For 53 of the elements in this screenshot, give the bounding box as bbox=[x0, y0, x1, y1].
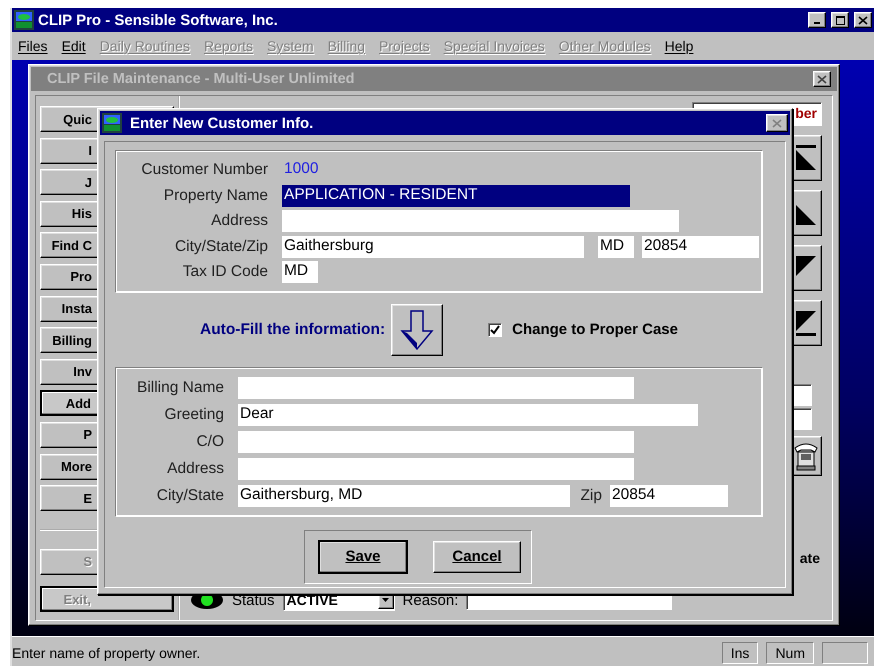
input-field[interactable]: Gaithersburg bbox=[282, 236, 584, 258]
close-icon bbox=[858, 16, 868, 24]
field-label: Zip bbox=[579, 486, 603, 504]
maximize-icon bbox=[836, 16, 844, 24]
close-button[interactable] bbox=[766, 114, 788, 132]
menu-item[interactable]: Help bbox=[664, 38, 694, 54]
input-field[interactable]: MD bbox=[282, 261, 318, 284]
maximize-button[interactable] bbox=[831, 12, 849, 28]
caret-icon bbox=[382, 598, 390, 602]
input-field[interactable]: MD bbox=[598, 236, 634, 258]
input-field[interactable] bbox=[238, 376, 634, 398]
field-label: City/State bbox=[156, 486, 225, 504]
field-label: Greeting bbox=[164, 406, 225, 424]
input-field[interactable]: 20854 bbox=[642, 236, 759, 258]
autofill-label: Auto-Fill the information: bbox=[200, 320, 386, 338]
menu-item[interactable]: Files bbox=[18, 38, 48, 54]
field-label: Tax ID Code bbox=[182, 263, 269, 282]
status-pane: Num bbox=[766, 642, 814, 664]
input-field[interactable]: APPLICATION - RESIDENT bbox=[282, 184, 630, 207]
close-icon bbox=[817, 74, 827, 84]
input-field[interactable] bbox=[282, 210, 679, 232]
child-window-title: CLIP File Maintenance - Multi-User Unlimited bbox=[46, 71, 356, 87]
close-icon bbox=[772, 118, 782, 128]
autofill-button[interactable] bbox=[391, 304, 444, 356]
close-button[interactable] bbox=[854, 12, 872, 28]
side-label: ate bbox=[800, 550, 820, 566]
cancel-button[interactable]: Cancel bbox=[433, 540, 521, 572]
field-label: Customer Number bbox=[140, 161, 269, 180]
field-label: Address bbox=[210, 212, 269, 230]
check-icon bbox=[490, 324, 500, 334]
close-button[interactable] bbox=[813, 71, 831, 87]
input-field[interactable]: Dear bbox=[238, 404, 698, 426]
field-label: Billing Name bbox=[136, 378, 225, 396]
field-label: C/O bbox=[195, 432, 225, 450]
save-button[interactable]: Save bbox=[319, 540, 407, 572]
app-icon bbox=[14, 10, 34, 30]
input-field[interactable]: Gaithersburg, MD bbox=[238, 484, 570, 506]
status-message: Enter name of property owner. bbox=[12, 644, 202, 660]
app-icon bbox=[102, 113, 122, 133]
status-pane: Ins bbox=[722, 642, 758, 664]
input-field[interactable]: 20854 bbox=[610, 484, 728, 506]
input-field[interactable] bbox=[238, 458, 634, 480]
checkbox[interactable] bbox=[488, 322, 502, 336]
input-field[interactable] bbox=[238, 430, 634, 452]
value-text: 1000 bbox=[283, 159, 320, 180]
window-title: CLIP Pro - Sensible Software, Inc. bbox=[38, 12, 279, 28]
status-pane bbox=[822, 642, 868, 664]
field-label: Property Name bbox=[162, 186, 269, 205]
field-label: Address bbox=[166, 460, 225, 478]
checkbox-label: Change to Proper Case bbox=[512, 321, 678, 338]
menu-item[interactable]: Edit bbox=[62, 38, 86, 54]
minimize-button[interactable] bbox=[808, 12, 826, 28]
field-label: City/State/Zip bbox=[174, 238, 269, 256]
